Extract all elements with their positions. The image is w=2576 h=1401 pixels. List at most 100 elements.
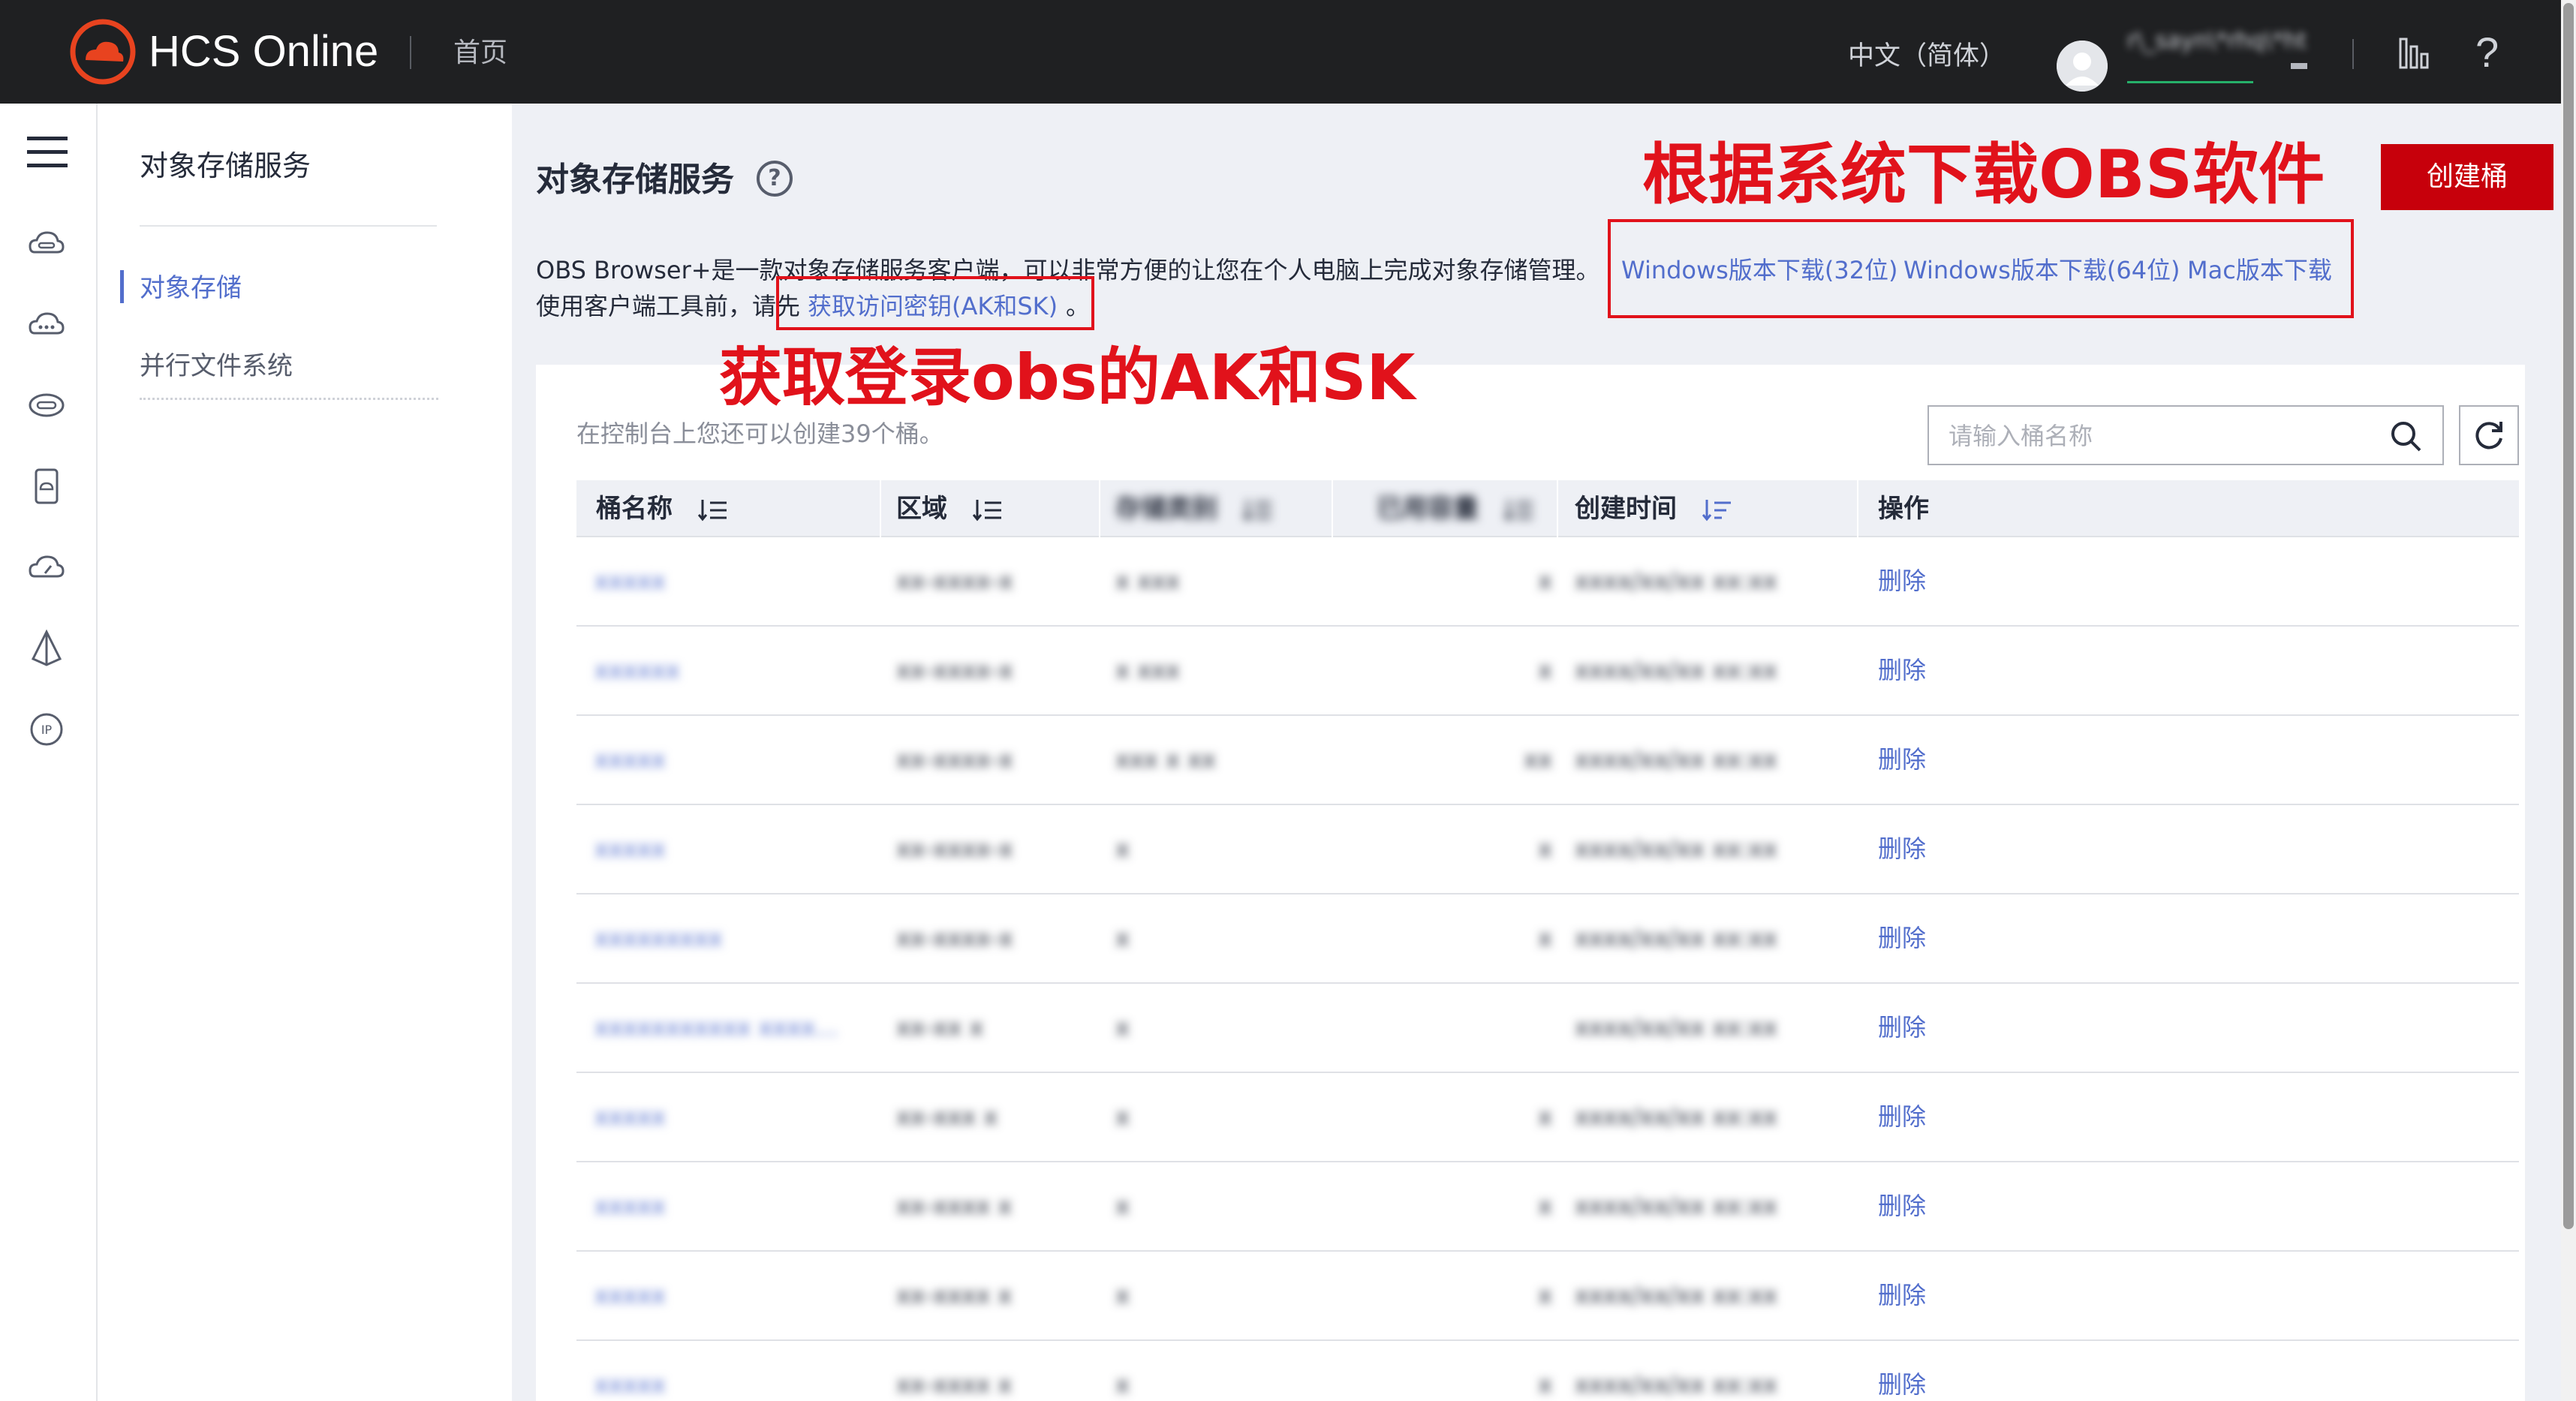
- sidenav-item-object-storage[interactable]: 对象存储: [140, 272, 242, 305]
- bucket-search-box[interactable]: [1927, 405, 2444, 465]
- bucket-name[interactable]: xxxxx: [594, 831, 857, 867]
- bucket-created-time: xxxx/xx/xx xx:xx: [1575, 567, 1777, 595]
- ip-icon[interactable]: IP: [27, 710, 66, 749]
- delete-bucket-link[interactable]: 删除: [1878, 831, 1926, 867]
- bucket-name[interactable]: xxxxxx: [594, 652, 857, 688]
- bucket-used-capacity: x: [1538, 834, 1552, 863]
- bucket-created-time: xxxx/xx/xx xx:xx: [1575, 1192, 1777, 1220]
- bucket-used-capacity: x: [1538, 1281, 1552, 1309]
- bucket-storage-class: x xxx: [1115, 567, 1180, 595]
- bucket-region: xx-xxxx x: [896, 1192, 1013, 1220]
- delete-bucket-link[interactable]: 删除: [1878, 741, 1926, 777]
- sort-icon[interactable]: [972, 497, 1003, 524]
- bucket-storage-class: x: [1115, 1102, 1130, 1131]
- user-avatar-icon: [2057, 41, 2108, 92]
- column-separator: [1857, 480, 1858, 537]
- bucket-name[interactable]: xxxxx: [594, 741, 857, 777]
- sort-icon[interactable]: [1503, 497, 1534, 524]
- bucket-name[interactable]: xxxxx: [594, 1277, 857, 1313]
- column-separator: [1099, 480, 1100, 537]
- table-row: xxxxx xx-xxxx x x x xxxx/xx/xx xx:xx 删除: [576, 1252, 2519, 1341]
- annotation-box-access-key: [776, 276, 1094, 330]
- username[interactable]: r\_sayn\*rhq\*ht: [2127, 23, 2307, 60]
- table-row: xxxxxxxxx xx-xxxx-x x x xxxx/xx/xx xx:xx…: [576, 894, 2519, 984]
- column-header-region[interactable]: 区域: [896, 480, 1003, 537]
- svg-text:IP: IP: [41, 723, 53, 737]
- delete-bucket-link[interactable]: 删除: [1878, 652, 1926, 688]
- menu-icon[interactable]: [27, 135, 68, 170]
- bucket-region: xx-xxx x: [896, 1102, 998, 1131]
- pyramid-icon[interactable]: [27, 629, 66, 668]
- bucket-created-time: xxxx/xx/xx xx:xx: [1575, 1370, 1777, 1399]
- refresh-button[interactable]: [2459, 405, 2519, 465]
- bucket-used-capacity: x: [1538, 1102, 1552, 1131]
- resource-stats-icon[interactable]: [2399, 36, 2432, 71]
- bucket-name[interactable]: xxxxx: [594, 1366, 857, 1401]
- column-header-actions: 操作: [1878, 494, 1929, 524]
- sort-icon[interactable]: [1242, 497, 1273, 524]
- bucket-name[interactable]: xxxxx: [594, 1188, 857, 1224]
- bucket-storage-class: x: [1115, 834, 1130, 863]
- delete-bucket-link[interactable]: 删除: [1878, 1366, 1926, 1401]
- sidenav-divider: [140, 225, 437, 227]
- sidenav-item-parallel-file-system[interactable]: 并行文件系统: [140, 350, 293, 383]
- delete-bucket-link[interactable]: 删除: [1878, 1277, 1926, 1313]
- create-bucket-button[interactable]: 创建桶: [2381, 144, 2553, 210]
- page-title: 对象存储服务: [536, 161, 734, 199]
- bucket-storage-class: x xxx: [1115, 656, 1180, 684]
- column-separator: [880, 480, 881, 537]
- home-link[interactable]: 首页: [453, 36, 507, 71]
- delete-bucket-link[interactable]: 删除: [1878, 920, 1926, 956]
- delete-bucket-link[interactable]: 删除: [1878, 563, 1926, 599]
- annotation-download-obs: 根据系统下载OBS软件: [1642, 136, 2325, 213]
- delete-bucket-link[interactable]: 删除: [1878, 1009, 1926, 1045]
- help-icon[interactable]: ?: [2475, 29, 2499, 77]
- question-help-icon[interactable]: ?: [757, 161, 793, 197]
- bucket-created-time: xxxx/xx/xx xx:xx: [1575, 1013, 1777, 1042]
- hcs-logo-icon[interactable]: [68, 17, 138, 87]
- bucket-used-capacity: x: [1538, 1192, 1552, 1220]
- column-header-name[interactable]: 桶名称: [596, 480, 728, 537]
- column-separator: [1332, 480, 1333, 537]
- column-header-used-capacity[interactable]: 已用容量: [1377, 480, 1534, 537]
- cloud-speed-icon[interactable]: [27, 548, 66, 587]
- avatar[interactable]: [2057, 41, 2108, 92]
- device-icon[interactable]: [27, 467, 66, 506]
- cloud-chat-icon[interactable]: [27, 305, 66, 344]
- storage-disk-icon[interactable]: [27, 386, 66, 425]
- client-prereq-text: 使用客户端工具前，请先: [536, 292, 801, 320]
- table-row: xxxxx xx-xxxx-x x x xxxx/xx/xx xx:xx 删除: [576, 805, 2519, 894]
- bucket-name[interactable]: xxxxxxxxx: [594, 920, 857, 956]
- sort-icon[interactable]: [697, 497, 728, 524]
- bucket-used-capacity: x: [1538, 1370, 1552, 1399]
- bucket-storage-class: x: [1115, 1192, 1130, 1220]
- scrollbar-thumb[interactable]: [2563, 3, 2574, 1229]
- column-header-storage-class[interactable]: 存储类别: [1115, 480, 1273, 537]
- bucket-region: xx-xx x: [896, 1013, 984, 1042]
- obs-cloud-icon[interactable]: [27, 224, 66, 263]
- brand-name[interactable]: HCS Online: [149, 26, 378, 78]
- user-dropdown-caret-icon[interactable]: [2291, 63, 2307, 69]
- bucket-used-capacity: x: [1538, 656, 1552, 684]
- bucket-region: xx-xxxx x: [896, 1370, 1013, 1399]
- sort-desc-icon[interactable]: [1702, 497, 1732, 524]
- sidenav-title: 对象存储服务: [140, 149, 311, 182]
- delete-bucket-link[interactable]: 删除: [1878, 1188, 1926, 1224]
- bucket-name[interactable]: xxxxxxxxxxx xxxx...: [594, 1009, 857, 1045]
- column-separator: [1557, 480, 1558, 537]
- bucket-name[interactable]: xxxxx: [594, 563, 857, 599]
- bucket-storage-class: xxx x xx: [1115, 745, 1216, 774]
- bucket-name[interactable]: xxxxx: [594, 1099, 857, 1135]
- sidenav-active-indicator: [120, 270, 124, 303]
- sidenav-dotted-divider: [140, 398, 438, 400]
- bucket-created-time: xxxx/xx/xx xx:xx: [1575, 1102, 1777, 1131]
- bucket-search-input[interactable]: [1949, 419, 2369, 453]
- bucket-storage-class: x: [1115, 924, 1130, 952]
- language-switcher[interactable]: 中文（简体）: [1848, 39, 2006, 74]
- column-header-created-time[interactable]: 创建时间: [1575, 480, 1732, 537]
- bucket-region: xx-xxxx-x: [896, 834, 1013, 863]
- search-icon[interactable]: [2388, 419, 2424, 455]
- delete-bucket-link[interactable]: 删除: [1878, 1099, 1926, 1135]
- table-row: xxxxxxxxxxx xxxx... xx-xx x x xxxx/xx/xx…: [576, 984, 2519, 1073]
- username-underline: [2127, 81, 2253, 83]
